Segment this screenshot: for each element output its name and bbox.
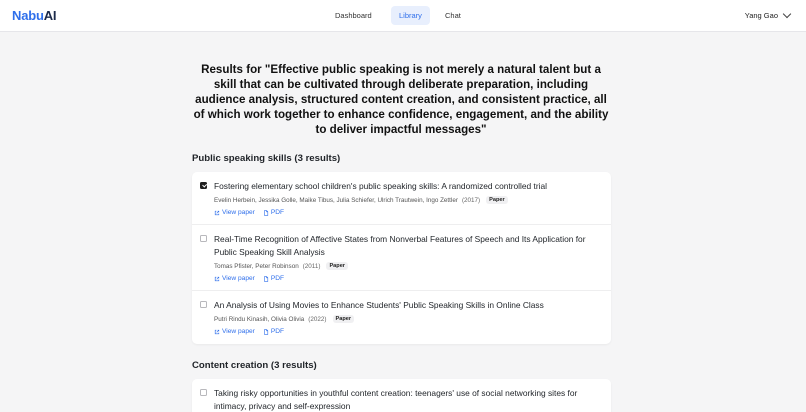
main-nav: Dashboard Library Chat <box>0 6 806 26</box>
pdf-link[interactable]: PDF <box>263 275 284 282</box>
logo-text-ai: AI <box>43 8 57 23</box>
nav-dashboard[interactable]: Dashboard <box>327 6 380 25</box>
results-heading: Results for "Effective public speaking i… <box>193 63 609 136</box>
nav-library[interactable]: Library <box>391 6 430 25</box>
section-title-public-speaking: Public speaking skills (3 results) <box>192 153 341 164</box>
results-card-public-speaking: Fostering elementary school children's p… <box>192 172 611 344</box>
paper-links: View paper PDF <box>214 275 284 282</box>
result-item: Taking risky opportunities in youthful c… <box>192 379 611 412</box>
section-title-content-creation: Content creation (3 results) <box>192 360 317 371</box>
result-item: An Analysis of Using Movies to Enhance S… <box>192 291 611 344</box>
paper-authors: Evelin Herbein, Jessika Golle, Maike Tib… <box>214 196 458 204</box>
external-link-icon <box>214 210 220 215</box>
document-icon <box>264 209 268 216</box>
results-card-content-creation: Taking risky opportunities in youthful c… <box>192 379 611 412</box>
paper-year: (2022) <box>308 315 327 323</box>
paper-meta: Putri Rindu Kinasih, Olivia Olivia (2022… <box>214 315 355 323</box>
external-link-icon <box>214 276 220 281</box>
app-logo[interactable]: NabuAI <box>12 8 57 23</box>
paper-title[interactable]: Real-Time Recognition of Affective State… <box>214 233 594 259</box>
document-icon <box>264 328 268 335</box>
document-icon <box>264 275 268 282</box>
paper-meta: Evelin Herbein, Jessika Golle, Maike Tib… <box>214 196 508 204</box>
paper-authors: Tomas Pfister, Peter Robinson <box>214 262 299 270</box>
result-checkbox[interactable] <box>200 182 207 189</box>
result-item: Real-Time Recognition of Affective State… <box>192 225 611 291</box>
paper-links: View paper PDF <box>214 209 284 216</box>
paper-title[interactable]: An Analysis of Using Movies to Enhance S… <box>214 299 594 312</box>
view-paper-label: View paper <box>222 275 255 282</box>
pdf-link[interactable]: PDF <box>263 209 284 216</box>
result-checkbox[interactable] <box>200 235 207 242</box>
pdf-link[interactable]: PDF <box>263 328 284 335</box>
paper-meta: Tomas Pfister, Peter Robinson (2011) Pap… <box>214 262 348 270</box>
top-navigation-bar: NabuAI Dashboard Library Chat Yang Gao <box>0 0 806 32</box>
external-link-icon <box>214 329 220 334</box>
paper-type-badge: Paper <box>326 262 348 270</box>
user-name: Yang Gao <box>744 11 778 20</box>
result-checkbox[interactable] <box>200 389 207 396</box>
paper-year: (2017) <box>461 196 481 204</box>
view-paper-label: View paper <box>222 209 255 216</box>
logo-text-nabu: Nabu <box>12 8 44 23</box>
paper-links: View paper PDF <box>214 328 284 335</box>
paper-title[interactable]: Fostering elementary school children's p… <box>214 180 594 193</box>
view-paper-label: View paper <box>222 328 255 335</box>
paper-type-badge: Paper <box>486 196 508 204</box>
pdf-label: PDF <box>270 328 285 335</box>
view-paper-link[interactable]: View paper <box>214 275 255 282</box>
result-checkbox[interactable] <box>200 301 207 308</box>
view-paper-link[interactable]: View paper <box>214 328 255 335</box>
pdf-label: PDF <box>270 209 285 216</box>
user-menu[interactable]: Yang Gao <box>744 9 792 20</box>
paper-title[interactable]: Taking risky opportunities in youthful c… <box>214 387 594 412</box>
paper-type-badge: Paper <box>332 315 355 323</box>
nav-chat[interactable]: Chat <box>437 6 469 25</box>
chevron-down-icon <box>782 9 792 19</box>
pdf-label: PDF <box>270 275 285 282</box>
result-item: Fostering elementary school children's p… <box>192 172 611 225</box>
paper-year: (2011) <box>302 262 321 270</box>
paper-authors: Putri Rindu Kinasih, Olivia Olivia <box>214 315 305 323</box>
view-paper-link[interactable]: View paper <box>214 209 255 216</box>
